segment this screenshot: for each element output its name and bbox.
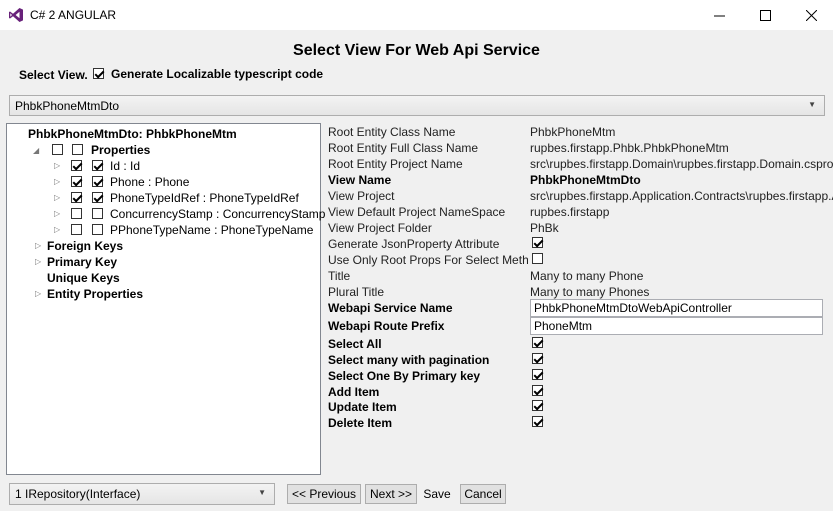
localizable-checkbox-label: Generate Localizable typescript code <box>111 67 324 81</box>
view-default-namespace-label: View Default Project NameSpace <box>328 205 506 219</box>
delete-item-checkbox[interactable] <box>532 416 543 427</box>
root-entity-class-name-value: PhbkPhoneMtm <box>530 125 616 139</box>
repository-select[interactable]: 1 IRepository(Interface) ▼ <box>9 483 275 505</box>
view-select[interactable]: PhbkPhoneMtmDto ▼ <box>9 95 825 116</box>
view-project-folder-label: View Project Folder <box>328 221 432 235</box>
view-project-folder-value: PhBk <box>530 221 559 235</box>
collapsed-arrow-icon[interactable]: ▷ <box>35 257 41 266</box>
property-checkbox-2[interactable] <box>92 224 103 235</box>
app-title: C# 2 ANGULAR <box>30 8 117 22</box>
root-entity-full-class-name-value: rupbes.firstapp.Phbk.PhbkPhoneMtm <box>530 141 729 155</box>
visual-studio-icon <box>9 8 23 22</box>
close-button[interactable] <box>788 0 833 30</box>
chevron-down-icon: ▼ <box>808 100 816 109</box>
properties-checkbox-1[interactable] <box>52 144 63 155</box>
collapsed-arrow-icon[interactable]: ▷ <box>54 177 60 186</box>
root-entity-project-name-value: src\rupbes.firstapp.Domain\rupbes.firsta… <box>530 157 833 171</box>
webapi-service-name-label: Webapi Service Name <box>328 301 453 315</box>
select-one-by-pk-checkbox[interactable] <box>532 369 543 380</box>
property-checkbox-2[interactable] <box>92 176 103 187</box>
property-checkbox-2[interactable] <box>92 208 103 219</box>
property-checkbox-2[interactable] <box>92 160 103 171</box>
generate-json-property-label: Generate JsonProperty Attribute <box>328 237 500 251</box>
property-checkbox-1[interactable] <box>71 224 82 235</box>
tree-foreign-keys[interactable]: Foreign Keys <box>47 239 123 253</box>
root-entity-class-name-label: Root Entity Class Name <box>328 125 456 139</box>
tree-primary-key[interactable]: Primary Key <box>47 255 117 269</box>
select-many-pagination-label: Select many with pagination <box>328 353 490 367</box>
tree-property-item[interactable]: PhoneTypeIdRef : PhoneTypeIdRef <box>110 191 299 205</box>
repository-select-value: 1 IRepository(Interface) <box>15 487 141 501</box>
chevron-down-icon: ▼ <box>258 488 266 497</box>
save-button[interactable]: Save <box>420 484 454 504</box>
property-checkbox-2[interactable] <box>92 192 103 203</box>
localizable-checkbox[interactable] <box>93 68 104 79</box>
view-select-value: PhbkPhoneMtmDto <box>15 99 120 113</box>
title-value: Many to many Phone <box>530 269 644 283</box>
collapsed-arrow-icon[interactable]: ▷ <box>54 209 60 218</box>
expanded-arrow-icon[interactable]: ◢ <box>33 146 39 155</box>
title-bar: C# 2 ANGULAR <box>0 0 833 30</box>
maximize-button[interactable] <box>742 0 788 30</box>
use-only-root-props-label: Use Only Root Props For Select Method <box>328 253 528 267</box>
tree-root[interactable]: PhbkPhoneMtmDto: PhbkPhoneMtm <box>28 127 237 141</box>
minimize-icon <box>713 15 725 16</box>
collapsed-arrow-icon[interactable]: ▷ <box>54 225 60 234</box>
title-label: Title <box>328 269 351 283</box>
dialog-title: Select View For Web Api Service <box>293 42 540 59</box>
select-all-label: Select All <box>328 337 382 351</box>
view-default-namespace-value: rupbes.firstapp <box>530 205 610 219</box>
view-name-value: PhbkPhoneMtmDto <box>530 173 641 187</box>
tree-property-item[interactable]: PPhoneTypeName : PhoneTypeName <box>110 223 313 237</box>
property-checkbox-1[interactable] <box>71 160 82 171</box>
view-name-label: View Name <box>328 173 392 187</box>
entity-tree[interactable]: PhbkPhoneMtmDto: PhbkPhoneMtm ◢ Properti… <box>6 123 325 475</box>
tree-unique-keys[interactable]: Unique Keys <box>47 271 120 285</box>
collapsed-arrow-icon[interactable]: ▷ <box>54 161 60 170</box>
select-one-by-pk-label: Select One By Primary key <box>328 369 481 383</box>
add-item-checkbox[interactable] <box>532 385 543 396</box>
root-entity-full-class-name-label: Root Entity Full Class Name <box>328 141 479 155</box>
property-checkbox-1[interactable] <box>71 176 82 187</box>
view-project-label: View Project <box>328 189 395 203</box>
collapsed-arrow-icon[interactable]: ▷ <box>54 193 60 202</box>
root-entity-project-name-label: Root Entity Project Name <box>328 157 463 171</box>
maximize-icon <box>759 9 771 21</box>
add-item-label: Add Item <box>328 385 380 399</box>
next-button[interactable]: Next >> <box>365 484 417 504</box>
close-icon <box>805 9 817 21</box>
delete-item-label: Delete Item <box>328 416 393 430</box>
property-checkbox-1[interactable] <box>71 208 82 219</box>
properties-checkbox-2[interactable] <box>72 144 83 155</box>
view-project-value: src\rupbes.firstapp.Application.Contract… <box>530 189 833 203</box>
bottom-bar: 1 IRepository(Interface) ▼ << Previous N… <box>0 476 833 511</box>
collapsed-arrow-icon[interactable]: ▷ <box>35 241 41 250</box>
update-item-checkbox[interactable] <box>532 400 543 411</box>
plural-title-value: Many to many Phones <box>530 285 650 299</box>
webapi-service-name-input[interactable]: PhbkPhoneMtmDtoWebApiController <box>530 299 823 317</box>
tree-properties[interactable]: Properties <box>91 143 150 157</box>
tree-property-item[interactable]: Phone : Phone <box>110 175 189 189</box>
plural-title-label: Plural Title <box>328 285 385 299</box>
tree-property-item[interactable]: Id : Id <box>110 159 140 173</box>
select-many-pagination-checkbox[interactable] <box>532 353 543 364</box>
select-all-checkbox[interactable] <box>532 337 543 348</box>
collapsed-arrow-icon[interactable]: ▷ <box>35 289 41 298</box>
cancel-button[interactable]: Cancel <box>460 484 506 504</box>
previous-button[interactable]: << Previous <box>287 484 361 504</box>
tree-entity-properties[interactable]: Entity Properties <box>47 287 143 301</box>
select-view-label: Select View. <box>19 68 88 82</box>
minimize-button[interactable] <box>696 0 742 30</box>
webapi-route-prefix-label: Webapi Route Prefix <box>328 319 445 333</box>
tree-property-item[interactable]: ConcurrencyStamp : ConcurrencyStamp <box>110 207 325 221</box>
webapi-route-prefix-input[interactable]: PhoneMtm <box>530 317 823 335</box>
use-only-root-props-checkbox[interactable] <box>532 253 543 264</box>
update-item-label: Update Item <box>328 400 397 414</box>
property-checkbox-1[interactable] <box>71 192 82 203</box>
generate-json-property-checkbox[interactable] <box>532 237 543 248</box>
